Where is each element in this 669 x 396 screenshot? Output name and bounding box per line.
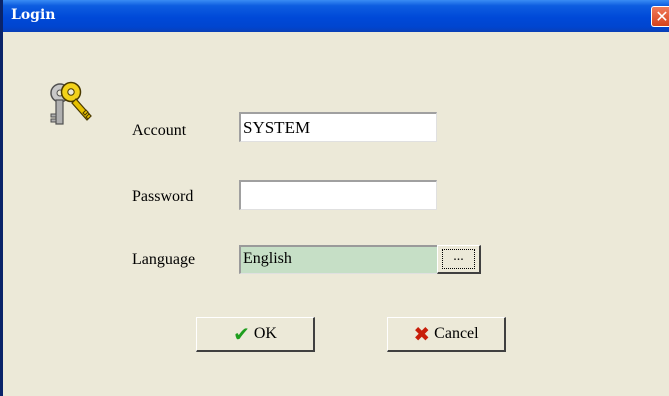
focus-rect — [442, 249, 475, 269]
keys-icon — [50, 81, 92, 125]
window-title: Login — [11, 7, 56, 23]
language-label: Language — [132, 251, 196, 268]
cancel-label: Cancel — [434, 325, 479, 342]
x-icon: ✖ — [413, 322, 431, 346]
check-icon: ✔ — [233, 322, 250, 346]
ok-button[interactable]: ✔ OK — [196, 317, 315, 352]
account-input[interactable] — [239, 112, 437, 142]
login-dialog: Login ✕ Account Password Language Englis… — [0, 0, 669, 396]
title-bar[interactable]: Login ✕ — [3, 0, 669, 32]
ok-label: OK — [253, 325, 277, 342]
account-label: Account — [132, 122, 187, 139]
language-field[interactable]: English — [239, 245, 437, 274]
password-label: Password — [132, 188, 194, 205]
password-input[interactable] — [239, 180, 437, 210]
close-button[interactable]: ✕ — [651, 6, 669, 27]
close-icon: ✕ — [655, 7, 669, 26]
dialog-body: Account Password Language English ... ✔ … — [3, 32, 669, 396]
cancel-button[interactable]: ✖ Cancel — [387, 317, 506, 352]
language-browse-button[interactable]: ... — [437, 245, 481, 274]
